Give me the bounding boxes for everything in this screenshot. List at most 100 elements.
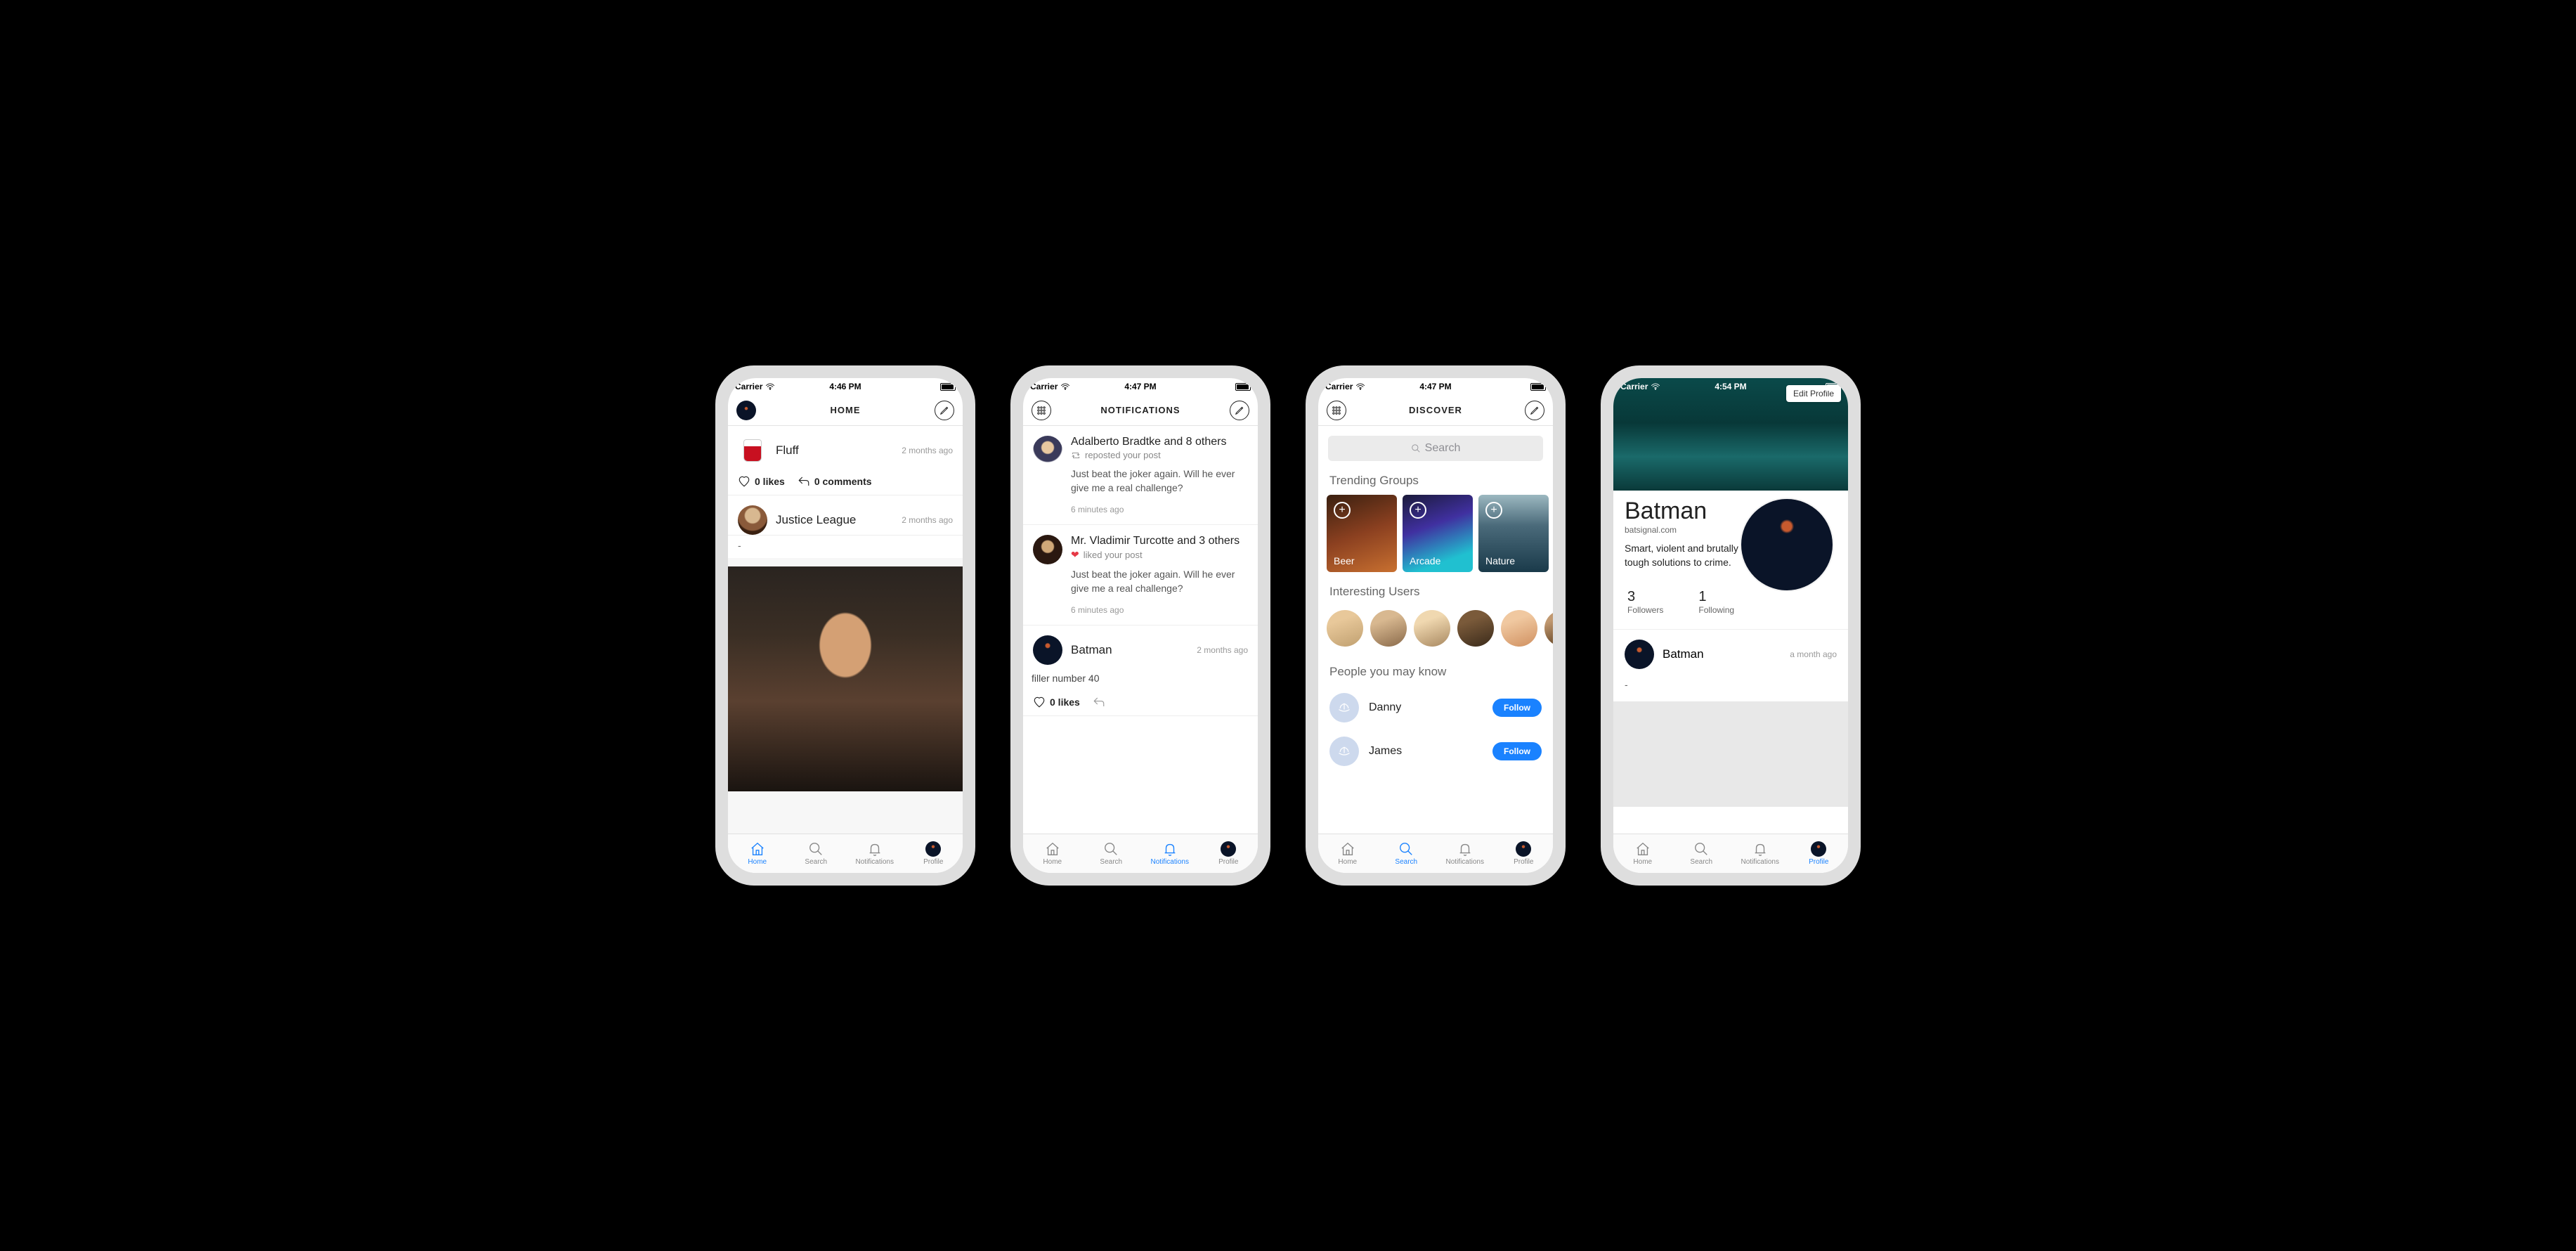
search-icon xyxy=(1103,841,1119,857)
search-input[interactable]: Search xyxy=(1328,436,1543,461)
tab-search[interactable]: Search xyxy=(1082,834,1141,873)
group-card-nature[interactable]: + Nature xyxy=(1478,495,1549,572)
group-card-arcade[interactable]: + Arcade xyxy=(1403,495,1473,572)
tab-profile[interactable]: Profile xyxy=(1495,834,1554,873)
user-avatar[interactable] xyxy=(1327,610,1363,647)
pencil-icon xyxy=(1530,406,1540,415)
compose-button[interactable] xyxy=(935,401,954,420)
tab-search[interactable]: Search xyxy=(787,834,846,873)
tab-home[interactable]: Home xyxy=(1023,834,1082,873)
battery-icon xyxy=(1826,383,1841,391)
home-icon xyxy=(1340,841,1355,857)
clock: 4:47 PM xyxy=(1318,382,1553,391)
user-avatar-button[interactable] xyxy=(736,401,756,420)
notification-avatar[interactable] xyxy=(1033,535,1062,564)
section-suggest-title: People you may know xyxy=(1318,662,1553,686)
compose-button[interactable] xyxy=(1525,401,1544,420)
post-timestamp: 2 months ago xyxy=(902,515,953,525)
tab-profile[interactable]: Profile xyxy=(1199,834,1258,873)
notification-avatar[interactable] xyxy=(1033,436,1062,465)
post-image[interactable] xyxy=(728,566,963,791)
page-title: HOME xyxy=(728,405,963,415)
add-group-button[interactable]: + xyxy=(1410,502,1426,519)
post-image-placeholder xyxy=(1613,701,1848,807)
profile-avatar[interactable] xyxy=(1741,499,1833,590)
suggestion-row[interactable]: Danny Follow xyxy=(1318,686,1553,730)
tab-home[interactable]: Home xyxy=(1318,834,1377,873)
reply-icon[interactable] xyxy=(1093,696,1105,708)
suggestion-row[interactable]: James Follow xyxy=(1318,730,1553,773)
menu-grid-button[interactable] xyxy=(1327,401,1346,420)
tab-search[interactable]: Search xyxy=(1672,834,1731,873)
tab-notifications[interactable]: Notifications xyxy=(845,834,904,873)
user-avatar[interactable] xyxy=(1501,610,1537,647)
follow-button[interactable]: Follow xyxy=(1492,699,1542,717)
bell-icon xyxy=(867,841,883,857)
clock: 4:46 PM xyxy=(728,382,963,391)
tab-label: Search xyxy=(1395,858,1417,866)
pencil-icon xyxy=(939,406,949,415)
post-body: filler number 40 xyxy=(1032,672,1248,686)
search-placeholder: Search xyxy=(1425,442,1461,455)
battery-icon xyxy=(1530,383,1546,391)
post-avatar[interactable] xyxy=(1625,640,1654,669)
user-avatar[interactable] xyxy=(1329,737,1359,766)
tab-label: Notifications xyxy=(1151,858,1189,866)
tab-notifications[interactable]: Notifications xyxy=(1436,834,1495,873)
nav-header: NOTIFICATIONS xyxy=(1023,395,1258,426)
home-icon xyxy=(1045,841,1060,857)
battery-icon xyxy=(1235,383,1251,391)
post-author[interactable]: Batman xyxy=(1071,643,1112,657)
group-name: Arcade xyxy=(1410,555,1440,566)
tab-home[interactable]: Home xyxy=(1613,834,1672,873)
post-avatar[interactable] xyxy=(738,505,767,535)
menu-grid-button[interactable] xyxy=(1032,401,1051,420)
bell-icon xyxy=(1457,841,1473,857)
tab-profile[interactable]: Profile xyxy=(1790,834,1849,873)
post-avatar[interactable] xyxy=(1033,635,1062,665)
user-avatar[interactable] xyxy=(1544,610,1553,647)
status-bar: Carrier 4:47 PM xyxy=(1318,378,1553,395)
comments-button[interactable]: 0 comments xyxy=(798,475,872,488)
compose-button[interactable] xyxy=(1230,401,1249,420)
battery-icon xyxy=(940,383,956,391)
notification-item[interactable]: Adalberto Bradtke and 8 others reposted … xyxy=(1023,426,1258,525)
add-group-button[interactable]: + xyxy=(1334,502,1351,519)
feed-post[interactable]: Batman a month ago xyxy=(1613,630,1848,679)
tab-notifications[interactable]: Notifications xyxy=(1140,834,1199,873)
profile-avatar-icon xyxy=(1221,841,1236,857)
add-group-button[interactable]: + xyxy=(1485,502,1502,519)
notification-item[interactable]: Mr. Vladimir Turcotte and 3 others ❤ lik… xyxy=(1023,525,1258,626)
status-bar: Carrier 4:46 PM xyxy=(728,378,963,395)
post-avatar[interactable] xyxy=(738,436,767,465)
feed-post[interactable]: Justice League 2 months ago xyxy=(728,495,963,536)
profile-avatar-icon xyxy=(1516,841,1531,857)
likes-button[interactable]: 0 likes xyxy=(738,475,785,488)
follow-button[interactable]: Follow xyxy=(1492,742,1542,760)
repost-icon xyxy=(1071,451,1081,460)
tab-notifications[interactable]: Notifications xyxy=(1731,834,1790,873)
tab-search[interactable]: Search xyxy=(1377,834,1436,873)
post-author[interactable]: Justice League xyxy=(776,513,856,527)
post-timestamp: a month ago xyxy=(1790,649,1837,659)
user-avatar[interactable] xyxy=(1370,610,1407,647)
group-name: Beer xyxy=(1334,555,1355,566)
user-avatar[interactable] xyxy=(1457,610,1494,647)
trending-groups-row[interactable]: + Beer + Arcade + Nature xyxy=(1318,495,1553,572)
user-avatar[interactable] xyxy=(1329,693,1359,722)
followers-stat[interactable]: 3 Followers xyxy=(1627,589,1663,615)
user-avatar[interactable] xyxy=(1414,610,1450,647)
search-icon xyxy=(1411,443,1421,453)
group-card-beer[interactable]: + Beer xyxy=(1327,495,1397,572)
profile-avatar-icon xyxy=(1811,841,1826,857)
tab-profile[interactable]: Profile xyxy=(904,834,963,873)
post-author[interactable]: Batman xyxy=(1663,647,1704,661)
following-stat[interactable]: 1 Following xyxy=(1698,589,1734,615)
feed-post[interactable]: Fluff 2 months ago 0 likes 0 comments xyxy=(728,426,963,495)
tab-home[interactable]: Home xyxy=(728,834,787,873)
tab-label: Notifications xyxy=(1446,858,1484,866)
post-author[interactable]: Fluff xyxy=(776,443,799,458)
feed-post[interactable]: Batman 2 months ago filler number 40 0 l… xyxy=(1023,626,1258,716)
likes-button[interactable]: 0 likes xyxy=(1033,696,1080,708)
interesting-users-row[interactable] xyxy=(1318,606,1553,658)
